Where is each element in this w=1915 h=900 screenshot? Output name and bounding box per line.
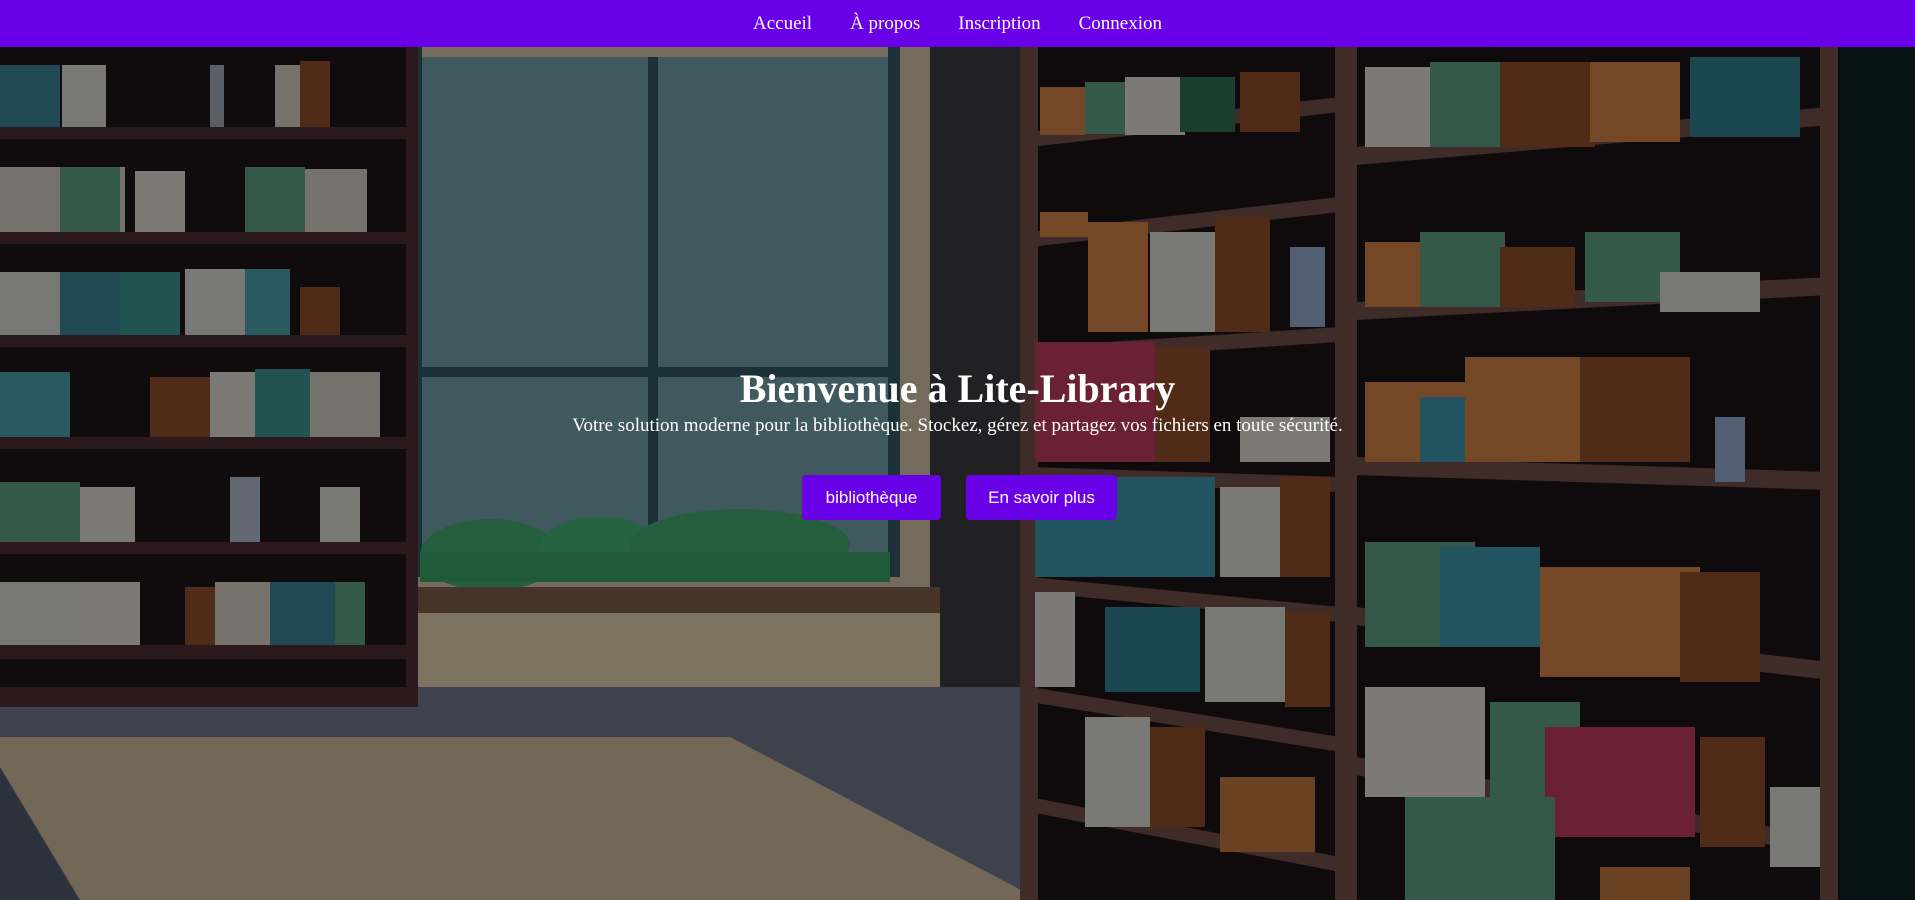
- nav-link-accueil[interactable]: Accueil: [753, 13, 812, 35]
- hero-title: Bienvenue à Lite-Library: [739, 366, 1176, 411]
- nav-link-connexion[interactable]: Connexion: [1079, 13, 1162, 35]
- hero-section: Bienvenue à Lite-Library Votre solution …: [0, 47, 1915, 900]
- learn-more-button[interactable]: En savoir plus: [966, 475, 1117, 520]
- top-navbar: Accueil À propos Inscription Connexion: [0, 0, 1915, 47]
- nav-link-inscription[interactable]: Inscription: [958, 13, 1040, 35]
- hero-subtitle: Votre solution moderne pour la bibliothè…: [572, 415, 1343, 436]
- nav-link-a-propos[interactable]: À propos: [850, 13, 920, 35]
- library-button[interactable]: bibliothèque: [802, 475, 941, 520]
- background-dim-overlay: [0, 47, 1915, 900]
